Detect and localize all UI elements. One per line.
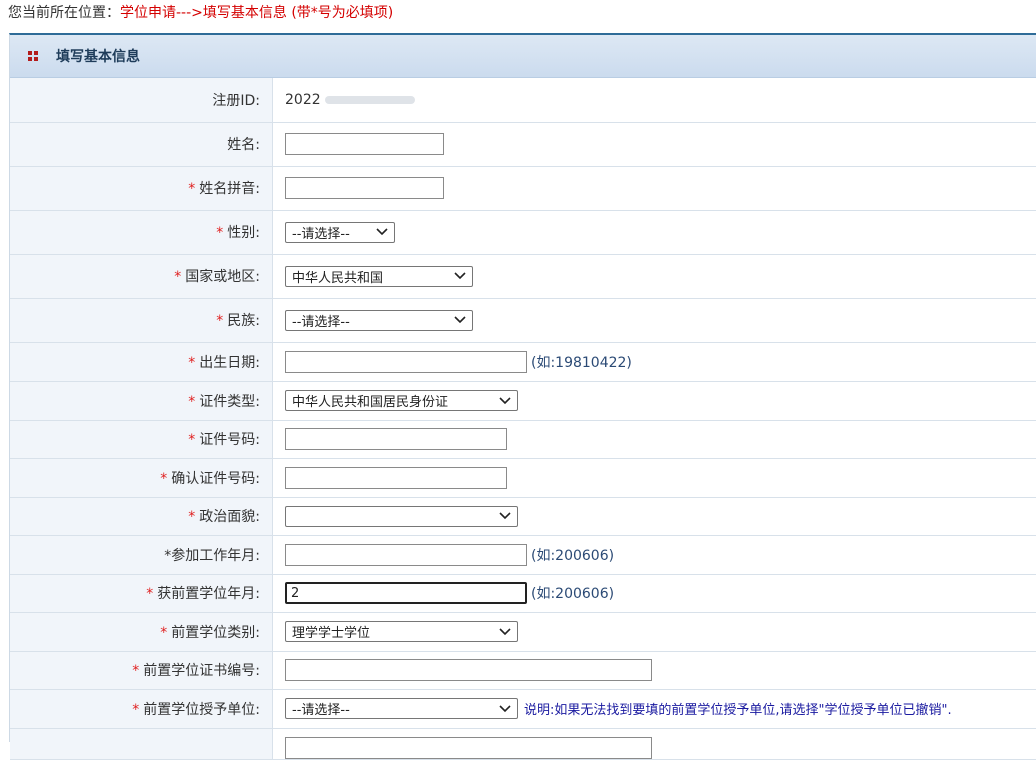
id-type-select[interactable]: 中华人民共和国居民身份证 (285, 390, 518, 411)
row-prior-degree-type: * 前置学位类别: 理学学士学位 (10, 612, 1036, 652)
political-status-select[interactable] (285, 505, 518, 527)
chevron-down-icon (454, 316, 466, 324)
chevron-down-icon (499, 704, 511, 712)
row-registration-id: 注册ID: 2022 (10, 78, 1036, 123)
row-country: * 国家或地区: 中华人民共和国 (10, 254, 1036, 299)
id-number-label: 证件号码: (199, 432, 260, 448)
prior-degree-type-label: 前置学位类别: (171, 624, 260, 641)
panel-header: 填写基本信息 (10, 35, 1036, 78)
required-star: * (188, 509, 196, 525)
required-star: * (188, 432, 196, 448)
id-type-selected: 中华人民共和国居民身份证 (292, 395, 449, 410)
row-prior-grantor: * 前置学位授予单位: --请选择-- 说明:如果无法找到要填的前置学位授予单位,… (10, 689, 1036, 729)
work-start-input[interactable] (285, 543, 527, 566)
breadcrumb-prefix: 您当前所在位置： (8, 5, 120, 21)
required-star: * (216, 225, 224, 241)
breadcrumb: 您当前所在位置：学位申请--->填写基本信息 (带*号为必填项) (8, 3, 393, 23)
political-status-label: 政治面貌: (199, 509, 260, 525)
country-label: 国家或地区: (185, 269, 260, 285)
required-star: * (188, 354, 196, 371)
prior-grantor-selected: --请选择-- (292, 703, 350, 718)
required-star: * (132, 701, 140, 718)
prior-grantor-select[interactable]: --请选择-- (285, 698, 518, 719)
row-birth-date: * 出生日期: (如:19810422) (10, 342, 1036, 382)
prior-cert-no-label: 前置学位证书编号: (143, 663, 260, 679)
id-type-label: 证件类型: (199, 393, 260, 410)
chevron-down-icon (499, 627, 511, 635)
row-gender: * 性别: --请选择-- (10, 210, 1036, 255)
row-prior-cert-no: * 前置学位证书编号: (10, 651, 1036, 690)
breadcrumb-path: 学位申请--->填写基本信息 (带*号为必填项) (120, 5, 394, 21)
row-id-number: * 证件号码: (10, 420, 1036, 459)
prior-degree-date-label: 获前置学位年月: (157, 586, 260, 602)
row-id-confirm: * 确认证件号码: (10, 458, 1036, 498)
prior-grantor-label: 前置学位授予单位: (143, 701, 260, 718)
prior-degree-date-hint: (如:200606) (531, 586, 615, 602)
ethnicity-selected: --请选择-- (292, 314, 350, 330)
birth-date-label: 出生日期: (199, 354, 260, 371)
required-star: * (146, 586, 154, 602)
chevron-down-icon (499, 512, 511, 520)
basic-info-form: 注册ID: 2022 姓名: * 姓名拼音: * 性别: --请选择-- * 国… (10, 78, 1036, 760)
ethnicity-label: 民族: (227, 313, 260, 329)
id-confirm-label: 确认证件号码: (171, 470, 260, 487)
required-star: * (132, 663, 140, 679)
id-confirm-input[interactable] (285, 466, 507, 489)
registration-id-value: 2022 (285, 91, 321, 108)
required-star: * (160, 470, 168, 487)
row-name-pinyin: * 姓名拼音: (10, 166, 1036, 211)
name-input[interactable] (285, 133, 444, 155)
prior-degree-type-select[interactable]: 理学学士学位 (285, 621, 518, 642)
gender-label: 性别: (227, 225, 260, 241)
required-star: * (160, 624, 168, 641)
work-start-label: *参加工作年月: (164, 548, 260, 564)
prior-grantor-note: 说明:如果无法找到要填的前置学位授予单位,请选择"学位授予单位已撤销". (524, 703, 952, 718)
row-ethnicity: * 民族: --请选择-- (10, 298, 1036, 343)
row-next-partial (10, 728, 1036, 760)
birth-date-input[interactable] (285, 350, 527, 373)
registration-id-label: 注册ID: (212, 92, 260, 109)
work-start-label-text: *参加工作年月: (164, 547, 260, 564)
prior-degree-date-input[interactable]: 2 (285, 582, 527, 604)
name-label: 姓名: (227, 137, 260, 153)
work-start-hint: (如:200606) (531, 547, 615, 564)
basic-info-panel: 填写基本信息 注册ID: 2022 姓名: * 姓名拼音: * 性别: --请选… (9, 33, 1036, 760)
row-id-type: * 证件类型: 中华人民共和国居民身份证 (10, 381, 1036, 421)
chevron-down-icon (376, 228, 388, 236)
required-star: * (174, 269, 182, 285)
row-political-status: * 政治面貌: (10, 497, 1036, 536)
row-prior-degree-date: * 获前置学位年月: 2 (如:200606) (10, 574, 1036, 613)
gender-selected: --请选择-- (292, 226, 350, 242)
required-star: * (216, 313, 224, 329)
required-star: * (188, 393, 196, 410)
name-pinyin-label: 姓名拼音: (199, 181, 260, 197)
required-star: * (188, 181, 196, 197)
country-select[interactable]: 中华人民共和国 (285, 265, 473, 287)
row-name: 姓名: (10, 122, 1036, 167)
country-selected: 中华人民共和国 (292, 270, 384, 286)
row-work-start: *参加工作年月: (如:200606) (10, 535, 1036, 575)
redacted-mark (325, 95, 416, 104)
ethnicity-select[interactable]: --请选择-- (285, 309, 473, 331)
chevron-down-icon (499, 396, 511, 404)
birth-date-hint: (如:19810422) (531, 354, 632, 371)
panel-title: 填写基本信息 (56, 49, 140, 65)
prior-cert-no-input[interactable] (285, 659, 652, 681)
name-pinyin-input[interactable] (285, 177, 444, 199)
id-number-input[interactable] (285, 428, 507, 450)
gender-select[interactable]: --请选择-- (285, 221, 395, 243)
chevron-down-icon (454, 272, 466, 280)
prior-degree-type-selected: 理学学士学位 (292, 626, 371, 641)
grid-icon (28, 51, 38, 61)
